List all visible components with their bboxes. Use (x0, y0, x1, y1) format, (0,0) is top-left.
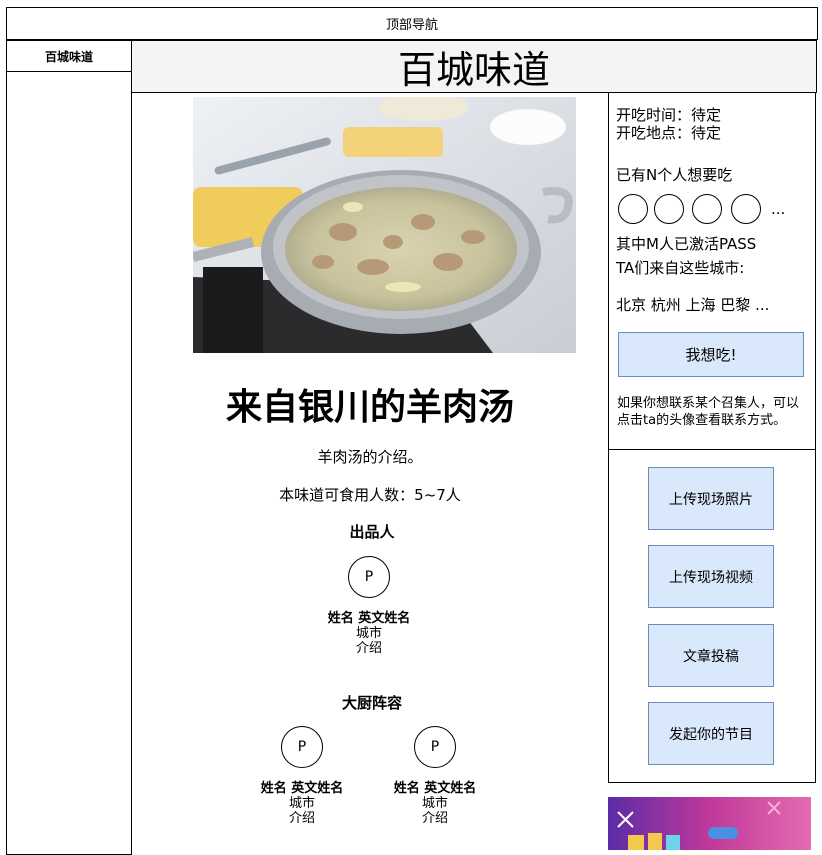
city-list: 北京 杭州 上海 巴黎 ... (616, 296, 770, 314)
chef-card: P 姓名 英文姓名 城市 介绍 (242, 726, 362, 826)
event-time: 开吃时间：待定 (616, 106, 722, 124)
person-name: 姓名 英文姓名 (260, 781, 344, 796)
avatar[interactable] (731, 194, 761, 224)
person-city: 城市 (421, 796, 448, 811)
producer-card: P 姓名 英文姓名 城市 介绍 (309, 556, 429, 656)
want-count: 已有N个人想要吃 (616, 166, 733, 184)
want-to-eat-button[interactable]: 我想吃! (618, 332, 804, 377)
person-bio: 介绍 (288, 811, 315, 826)
dish-intro: 羊肉汤的介绍。 (317, 448, 423, 466)
promo-banner[interactable] (608, 797, 811, 850)
person-name: 姓名 英文姓名 (327, 611, 411, 626)
chef-heading: 大厨阵容 (341, 694, 402, 712)
person-city: 城市 (355, 626, 382, 641)
person-bio: 介绍 (355, 641, 382, 656)
avatar[interactable]: P (281, 726, 323, 768)
event-info-panel: 开吃时间：待定 开吃地点：待定 已有N个人想要吃 ... 其中M人已激活PASS… (608, 92, 816, 450)
person-name: 姓名 英文姓名 (393, 781, 477, 796)
avatar[interactable] (618, 194, 648, 224)
promo-banner-icon (608, 797, 811, 850)
page-title: 百城味道 (397, 48, 550, 92)
top-navigation[interactable]: 顶部导航 (6, 7, 818, 40)
page-title-bar: 百城味道 (131, 40, 817, 93)
more-avatars[interactable]: ... (771, 200, 785, 218)
start-program-button[interactable]: 发起你的节目 (648, 702, 774, 765)
mutton-soup-photo-icon (193, 97, 576, 353)
person-bio: 介绍 (421, 811, 448, 826)
producer-heading: 出品人 (349, 523, 395, 541)
sidebar (6, 40, 132, 855)
avatar[interactable]: P (348, 556, 390, 598)
serving-size: 本味道可食用人数：5~7人 (279, 486, 461, 504)
avatar[interactable]: P (414, 726, 456, 768)
submit-article-button[interactable]: 文章投稿 (648, 624, 774, 687)
sidebar-item-label: 百城味道 (44, 49, 93, 64)
upload-video-button[interactable]: 上传现场视频 (648, 545, 774, 608)
activated-count: 其中M人已激活PASS (616, 235, 757, 253)
divider (131, 92, 132, 852)
sidebar-item-baicheng[interactable]: 百城味道 (6, 40, 132, 72)
contact-note: 如果你想联系某个召集人，可以点击ta的头像查看联系方式。 (617, 396, 800, 428)
person-city: 城市 (288, 796, 315, 811)
chef-card: P 姓名 英文姓名 城市 介绍 (375, 726, 495, 826)
top-nav-label: 顶部导航 (385, 18, 438, 33)
event-place: 开吃地点：待定 (616, 124, 722, 142)
cities-heading: TA们来自这些城市: (616, 259, 745, 277)
avatar[interactable] (692, 194, 722, 224)
dish-photo (193, 97, 576, 353)
dish-title: 来自银川的羊肉汤 (225, 387, 514, 428)
avatar[interactable] (654, 194, 684, 224)
upload-photo-button[interactable]: 上传现场照片 (648, 467, 774, 530)
action-panel: 上传现场照片 上传现场视频 文章投稿 发起你的节目 (608, 449, 816, 783)
